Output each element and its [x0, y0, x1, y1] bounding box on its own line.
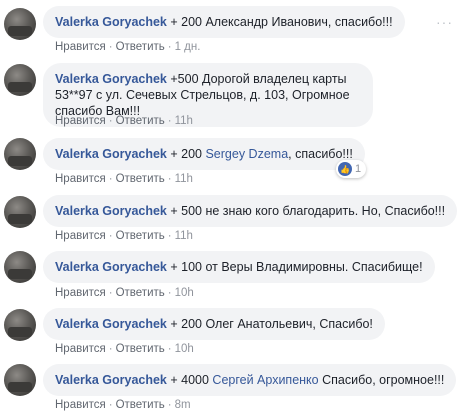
like-link[interactable]: Нравится — [55, 115, 106, 127]
comment-text: + 200 Олег Анатольевич, Спасибо! — [166, 317, 373, 331]
comment-text: Спасибо, огромное!!! — [318, 373, 445, 387]
comment-text: + 4000 — [166, 373, 213, 387]
comment-time[interactable]: 11h — [175, 115, 193, 127]
avatar[interactable] — [4, 251, 36, 283]
comment-text: + 200 Александр Иванович, спасибо!!! — [166, 15, 393, 29]
separator: · — [167, 287, 172, 299]
separator: · — [108, 41, 113, 53]
like-link[interactable]: Нравится — [55, 399, 106, 411]
like-link[interactable]: Нравится — [55, 41, 106, 53]
reply-link[interactable]: Ответить — [116, 399, 165, 411]
comment-author[interactable]: Valerka Goryachek — [55, 72, 167, 86]
reply-link[interactable]: Ответить — [116, 115, 165, 127]
comment-text: + 500 не знаю кого благодарить. Но, Спас… — [166, 204, 446, 218]
avatar[interactable] — [4, 364, 36, 396]
separator: · — [108, 173, 113, 185]
like-icon: 👍 — [338, 162, 352, 176]
comment-bubble: Valerka Goryachek + 100 от Веры Владимир… — [43, 251, 435, 283]
reply-link[interactable]: Ответить — [116, 173, 165, 185]
avatar[interactable] — [4, 309, 36, 341]
separator: · — [167, 115, 172, 127]
comment-author[interactable]: Valerka Goryachek — [55, 147, 167, 161]
reply-link[interactable]: Ответить — [116, 230, 165, 242]
comment-time[interactable]: 10h — [175, 287, 194, 299]
comment-actions: Нравится · Ответить · 11h — [55, 114, 193, 128]
comment-actions: Нравится · Ответить · 11h — [55, 229, 193, 243]
comment-bubble: Valerka Goryachek + 200 Sergey Dzema, сп… — [43, 138, 365, 170]
comment-author[interactable]: Valerka Goryachek — [55, 260, 167, 274]
avatar[interactable] — [4, 8, 36, 40]
comment-actions: Нравится · Ответить · 11h — [55, 172, 193, 186]
comment-author[interactable]: Valerka Goryachek — [55, 204, 167, 218]
avatar[interactable] — [4, 196, 36, 228]
separator: · — [167, 41, 172, 53]
separator: · — [167, 230, 172, 242]
reply-link[interactable]: Ответить — [116, 287, 165, 299]
reply-link[interactable]: Ответить — [116, 343, 165, 355]
comment-time[interactable]: 1 дн. — [175, 41, 201, 53]
comment-time[interactable]: 11h — [175, 173, 193, 185]
separator: · — [167, 343, 172, 355]
reaction-count[interactable]: 👍 1 — [336, 160, 367, 178]
separator: · — [108, 343, 113, 355]
reaction-number: 1 — [355, 163, 362, 175]
separator: · — [108, 230, 113, 242]
comment-actions: Нравится · Ответить · 10h — [55, 342, 194, 356]
comment-bubble: Valerka Goryachek + 4000 Сергей Архипенк… — [43, 364, 457, 396]
comment-bubble: Valerka Goryachek + 200 Олег Анатольевич… — [43, 308, 385, 340]
separator: · — [167, 173, 172, 185]
comment-actions: Нравится · Ответить · 1 дн. — [55, 40, 200, 54]
comment-author[interactable]: Valerka Goryachek — [55, 15, 167, 29]
like-link[interactable]: Нравится — [55, 173, 106, 185]
avatar[interactable] — [4, 64, 36, 96]
more-options-icon[interactable]: ··· — [436, 14, 453, 30]
comment-bubble: Valerka Goryachek + 200 Александр Иванов… — [43, 6, 405, 38]
like-link[interactable]: Нравится — [55, 287, 106, 299]
comment-actions: Нравится · Ответить · 8m — [55, 398, 191, 412]
comment-text: , спасибо!!! — [288, 147, 353, 161]
comment-author[interactable]: Valerka Goryachek — [55, 373, 167, 387]
comment-time[interactable]: 11h — [175, 230, 193, 242]
separator: · — [108, 115, 113, 127]
comment-text: + 100 от Веры Владимировны. Спасибище! — [166, 260, 423, 274]
mention-link[interactable]: Сергей Архипенко — [212, 373, 318, 387]
comment-text: + 200 — [166, 147, 206, 161]
mention-link[interactable]: Sergey Dzema — [205, 147, 288, 161]
comment-author[interactable]: Valerka Goryachek — [55, 317, 167, 331]
separator: · — [108, 287, 113, 299]
comment-actions: Нравится · Ответить · 10h — [55, 286, 194, 300]
like-link[interactable]: Нравится — [55, 343, 106, 355]
separator: · — [167, 399, 172, 411]
comment-bubble: Valerka Goryachek + 500 не знаю кого бла… — [43, 195, 458, 227]
comment-time[interactable]: 10h — [175, 343, 194, 355]
avatar[interactable] — [4, 138, 36, 170]
comment-time[interactable]: 8m — [175, 399, 191, 411]
separator: · — [108, 399, 113, 411]
reply-link[interactable]: Ответить — [116, 41, 165, 53]
like-link[interactable]: Нравится — [55, 230, 106, 242]
